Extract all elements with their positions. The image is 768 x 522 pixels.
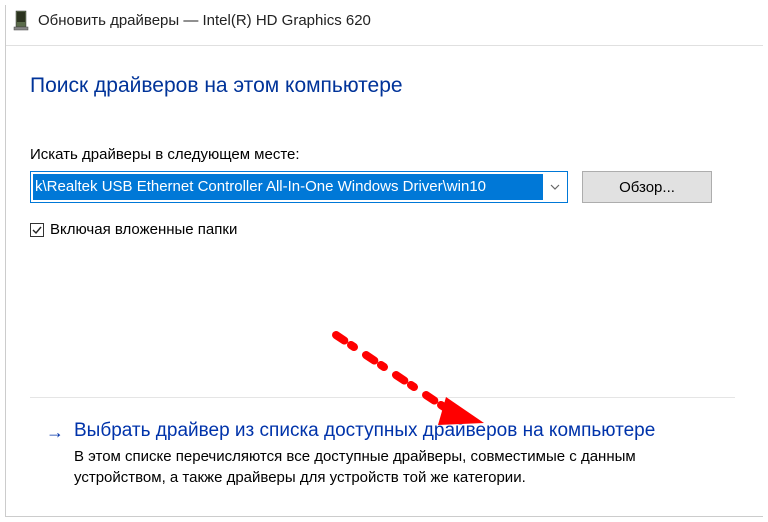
titlebar: Обновить драйверы — Intel(R) HD Graphics… [6,5,763,33]
browse-button[interactable]: Обзор... [582,171,712,203]
path-label: Искать драйверы в следующем месте: [30,146,739,163]
include-subfolders-label: Включая вложенные папки [50,221,237,238]
action-head: → Выбрать драйвер из списка доступных др… [46,420,721,442]
driver-update-window: Обновить драйверы — Intel(R) HD Graphics… [5,5,763,517]
path-row: k\Realtek USB Ethernet Controller All-In… [30,171,739,203]
action-description: В этом списке перечисляются все доступны… [74,446,721,488]
window-title: Обновить драйверы — Intel(R) HD Graphics… [38,12,371,29]
path-combobox[interactable]: k\Realtek USB Ethernet Controller All-In… [30,171,568,203]
action-title: Выбрать драйвер из списка доступных драй… [74,420,655,442]
select-from-list-option[interactable]: → Выбрать драйвер из списка доступных др… [30,397,735,504]
content-area: Поиск драйверов на этом компьютере Искат… [6,46,763,238]
include-subfolders-checkbox[interactable] [30,223,44,237]
arrow-right-icon: → [46,423,64,441]
path-value[interactable]: k\Realtek USB Ethernet Controller All-In… [33,174,543,200]
include-subfolders-row[interactable]: Включая вложенные папки [30,221,739,238]
device-icon [12,9,30,31]
page-heading: Поиск драйверов на этом компьютере [30,74,739,98]
chevron-down-icon[interactable] [543,184,567,190]
